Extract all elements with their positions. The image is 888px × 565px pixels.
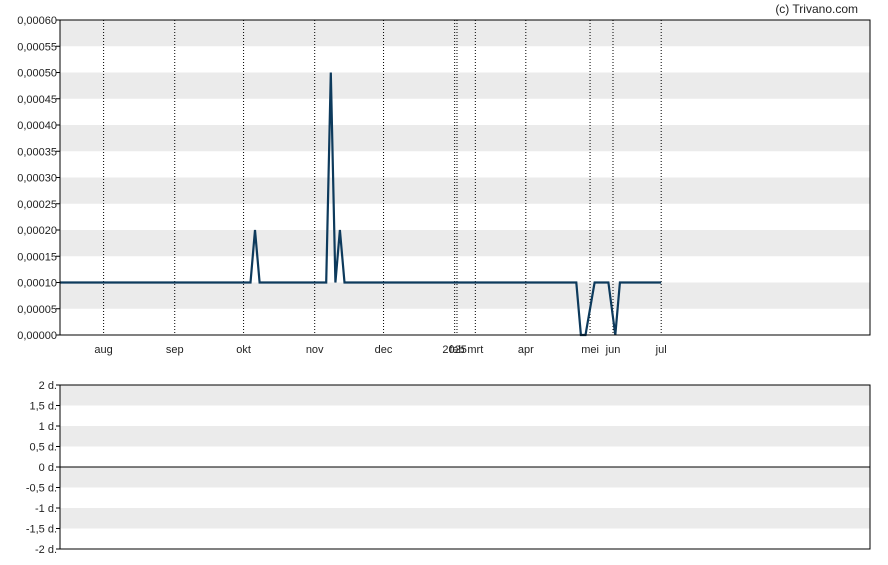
background-band xyxy=(60,467,870,488)
x-tick-label: aug xyxy=(94,344,112,356)
price-chart-panel: aug sep okt nov dec 2025feb mrt apr mei jun jul0,0… xyxy=(17,15,871,356)
y-tick-label: 0,00010 xyxy=(17,278,57,290)
x-tick-label: sep xyxy=(166,344,184,356)
x-tick-label: dec xyxy=(375,344,393,356)
background-band xyxy=(60,72,870,99)
y-axis-labels: 0,00000 0,00005 0,00010 0,00015 0,00020 0,000… xyxy=(17,15,60,342)
background-band xyxy=(60,385,870,406)
background-band xyxy=(60,125,870,152)
y-tick-label: -1 d. xyxy=(35,503,57,515)
chart-canvas: (c) Trivano.com aug sep okt nov dec 2025feb mr… xyxy=(17,2,871,556)
y-tick-label: 1 d. xyxy=(39,421,57,433)
y-tick-label: 0,00035 xyxy=(17,146,57,158)
x-axis-labels: aug sep okt nov dec 2025feb mrt apr mei jun jul xyxy=(94,344,666,356)
x-tick-label: jul xyxy=(655,344,667,356)
y-tick-label: 2 d. xyxy=(39,380,57,392)
y-tick-label: 0,00055 xyxy=(17,41,57,53)
y-tick-label: 0,00005 xyxy=(17,304,57,316)
y-axis-labels: -2 d. -1,5 d. -1 d. -0,5 d. 0 d. 0,5 d. 1 d. 1,… xyxy=(26,380,60,556)
y-tick-label: 0,00000 xyxy=(17,330,57,342)
background-band xyxy=(60,426,870,447)
y-tick-label: 0,00060 xyxy=(17,15,57,27)
y-tick-label: 0,5 d. xyxy=(29,442,57,454)
y-tick-label: 0,00040 xyxy=(17,120,57,132)
background-bands xyxy=(60,385,870,529)
y-tick-label: -2 d. xyxy=(35,544,57,556)
y-tick-label: 0,00050 xyxy=(17,68,57,80)
x-tick-label: apr xyxy=(518,344,534,356)
background-band xyxy=(60,20,870,47)
y-tick-label: 0 d. xyxy=(39,462,57,474)
y-tick-label: 0,00030 xyxy=(17,173,57,185)
background-band xyxy=(60,508,870,529)
y-tick-label: 0,00025 xyxy=(17,199,57,211)
x-tick-label: mei xyxy=(581,344,599,356)
volume-chart-panel: -2 d. -1,5 d. -1 d. -0,5 d. 0 d. 0,5 d. 1 d. 1,… xyxy=(26,380,871,556)
x-tick-label: mrt xyxy=(467,344,483,356)
x-tick-label: feb xyxy=(449,344,464,356)
y-tick-label: 1,5 d. xyxy=(29,401,57,413)
background-bands xyxy=(60,20,870,309)
y-tick-label: 0,00045 xyxy=(17,94,57,106)
y-tick-label: 0,00020 xyxy=(17,225,57,237)
y-tick-label: -0,5 d. xyxy=(26,483,57,495)
copyright-label: (c) Trivano.com xyxy=(775,2,858,16)
background-band xyxy=(60,177,870,204)
x-tick-label: okt xyxy=(236,344,251,356)
y-tick-label: -1,5 d. xyxy=(26,524,57,536)
x-tick-label: jun xyxy=(605,344,621,356)
background-band xyxy=(60,282,870,309)
background-band xyxy=(60,230,870,257)
y-tick-label: 0,00015 xyxy=(17,251,57,263)
x-tick-label: nov xyxy=(306,344,324,356)
